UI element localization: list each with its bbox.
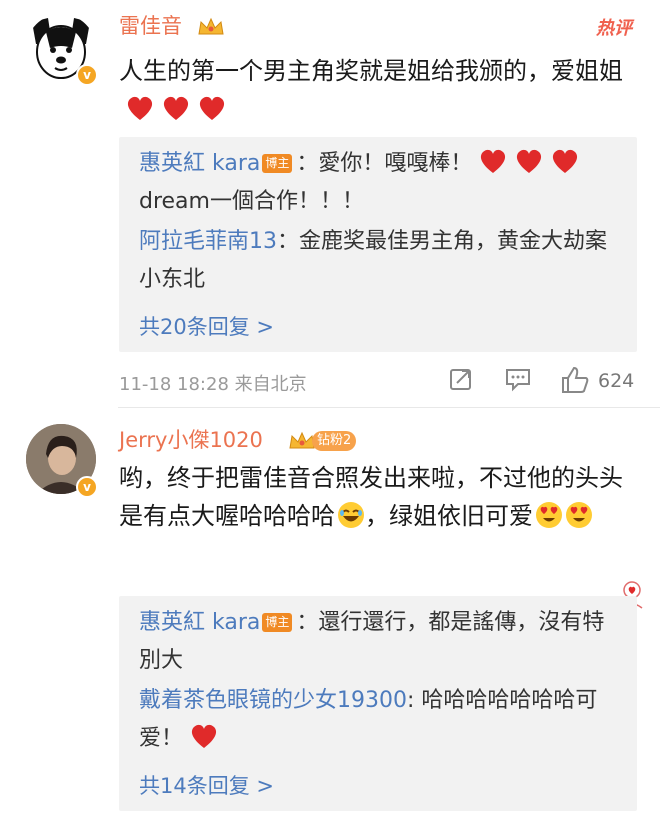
heart-icon	[127, 96, 153, 120]
heart-icon	[517, 149, 542, 173]
comment-text: 哟，终于把雷佳音合照发出来啦，不过他的头头是有点大喔哈哈哈哈 ，绿姐依旧可爱	[119, 459, 639, 535]
comment-item: v Jerry小傑1020 钻粉2 哟，终于把雷佳音合照发出来啦，不过他的头头是…	[0, 410, 660, 828]
reply-author[interactable]: 戴着茶色眼镜的少女19300	[139, 688, 407, 713]
reply-author[interactable]: 惠英紅 kara	[139, 610, 260, 635]
verified-badge: v	[76, 64, 98, 86]
laugh-emoji-icon	[338, 502, 364, 528]
reply-author[interactable]: 阿拉毛菲南13	[139, 229, 277, 254]
more-replies-link[interactable]: 共20条回复 >	[139, 311, 274, 341]
reply-box[interactable]: 惠英紅 kara 博主 ：愛你！嘎嘎棒！ dream一個合作！！！ 阿拉毛菲南13：…	[119, 137, 637, 352]
reply-item[interactable]: 惠英紅 kara 博主 ：還行還行，都是謠傳，沒有特別大	[139, 604, 619, 680]
reply-text: ：愛你！嘎嘎棒！	[296, 151, 473, 176]
heart-icon	[191, 724, 217, 748]
heart-icon	[163, 96, 189, 120]
reply-item[interactable]: 戴着茶色眼镜的少女19300: 哈哈哈哈哈哈哈可爱！	[139, 682, 619, 758]
like-count: 624	[598, 370, 635, 392]
author-tag: 博主	[262, 613, 293, 632]
heart-icon	[481, 149, 506, 173]
crown-icon	[198, 17, 224, 35]
reply-text-continued: dream一個合作！！！	[139, 189, 364, 214]
username[interactable]: Jerry小傑1020	[119, 426, 263, 454]
comment-text: 人生的第一个男主角奖就是姐给我颁的，爱姐姐	[119, 52, 639, 128]
reply-item[interactable]: 阿拉毛菲南13：金鹿奖最佳男主角，黄金大劫案 小东北	[139, 223, 619, 299]
divider	[118, 407, 660, 408]
author-tag: 博主	[262, 154, 293, 173]
heart-eyes-emoji-icon	[536, 502, 562, 528]
hot-comment-label: 热评	[596, 18, 632, 39]
comment-text-content: 人生的第一个男主角奖就是姐给我颁的，爱姐姐	[119, 57, 623, 85]
comment-meta: 11-18 18:28 来自北京	[119, 374, 307, 395]
comment-icon[interactable]	[504, 366, 532, 392]
comment-text-content: ，绿姐依旧可爱	[365, 502, 533, 530]
reply-item[interactable]: 惠英紅 kara 博主 ：愛你！嘎嘎棒！ dream一個合作！！！	[139, 145, 619, 221]
comment-item: v 雷佳音 热评 人生的第一个男主角奖就是姐给我颁的，爱姐姐 惠英紅 kara 博…	[0, 0, 660, 408]
share-icon[interactable]	[448, 366, 474, 392]
fan-badge: 钻粉2	[312, 431, 357, 451]
reply-box[interactable]: 惠英紅 kara 博主 ：還行還行，都是謠傳，沒有特別大 戴着茶色眼镜的少女1930…	[119, 596, 637, 811]
reply-author[interactable]: 惠英紅 kara	[139, 151, 260, 176]
verified-badge: v	[76, 476, 98, 498]
heart-icon	[199, 96, 225, 120]
heart-eyes-emoji-icon	[566, 502, 592, 528]
more-replies-link[interactable]: 共14条回复 >	[139, 770, 274, 800]
heart-icon	[553, 149, 578, 173]
like-icon[interactable]	[560, 366, 590, 394]
username[interactable]: 雷佳音	[119, 12, 182, 40]
